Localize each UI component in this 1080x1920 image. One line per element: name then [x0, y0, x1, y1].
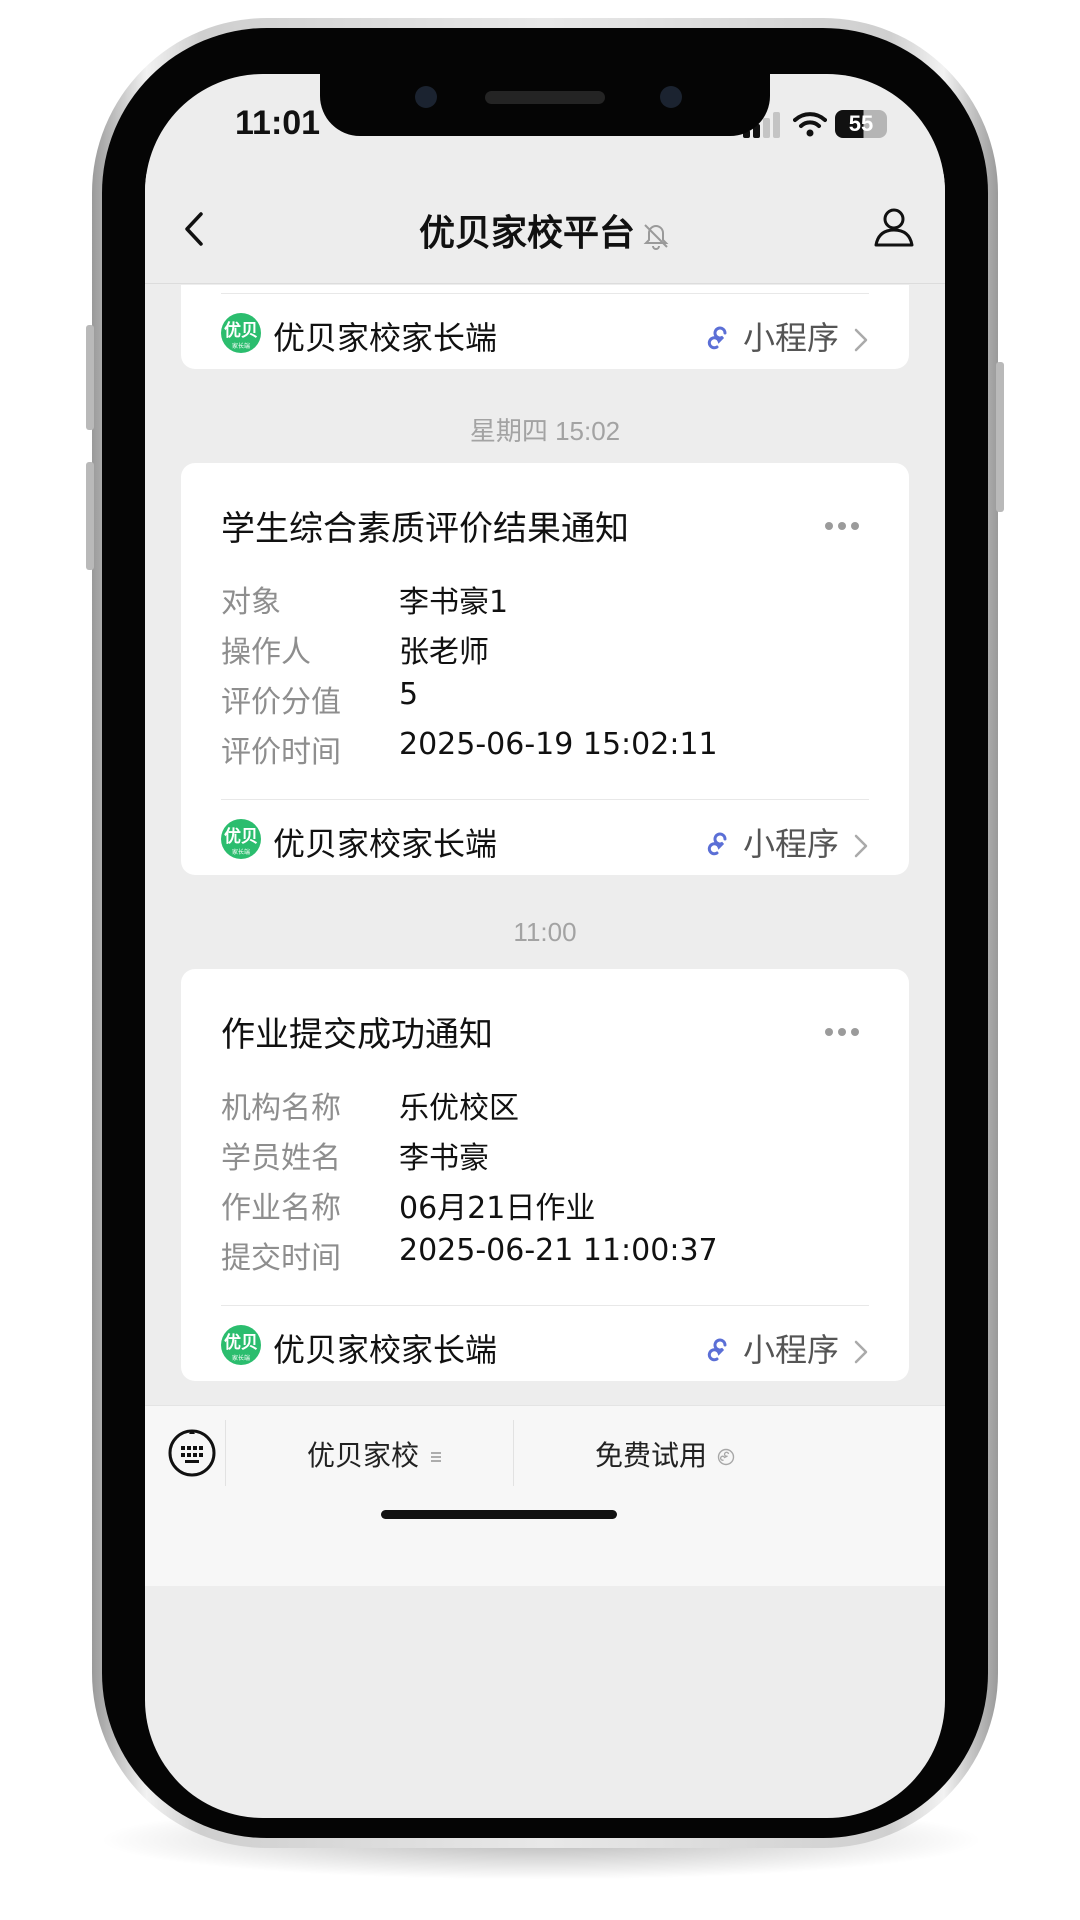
- field-value: 2025-06-21 11:00:37: [399, 1233, 718, 1268]
- keyboard-icon[interactable]: [167, 1428, 217, 1478]
- app-logo-icon: 优贝 家长端: [221, 313, 261, 353]
- user-icon[interactable]: [869, 202, 919, 252]
- menu-button-youbei[interactable]: 优贝家校: [307, 1434, 443, 1474]
- app-logo-subtext: 家长端: [231, 1355, 250, 1362]
- field-label: 作业名称: [221, 1191, 341, 1226]
- speaker: [485, 91, 605, 104]
- field-value: 2025-06-19 15:02:11: [399, 727, 718, 762]
- miniprogram-link-icon: [707, 832, 727, 856]
- field-label: 机构名称: [221, 1091, 341, 1126]
- field-value: 5: [399, 677, 419, 712]
- message-timestamp: 星期四 15:02: [469, 416, 621, 446]
- wifi-icon: [793, 112, 827, 137]
- chevron-right-icon: [854, 1340, 868, 1364]
- miniprogram-tag: 小程序: [707, 1325, 869, 1371]
- phone-screen: 11:01 55 优贝家校平台 优贝 家长端 优贝家校家长端 小程序 星期四 1…: [145, 74, 945, 1818]
- miniprogram-tag: 小程序: [707, 819, 869, 865]
- message-card[interactable]: 作业提交成功通知 机构名称 乐优校区 学员姓名 李书豪 作业名称 06月21日作…: [181, 969, 909, 1381]
- app-logo-icon: 优贝 家长端: [221, 1325, 261, 1365]
- status-time: 11:01: [235, 104, 321, 142]
- status-icons: 55: [743, 110, 893, 140]
- notch: [320, 74, 770, 136]
- field-value: 李书豪: [399, 1141, 489, 1176]
- message-card[interactable]: 学生综合素质评价结果通知 对象 李书豪1 操作人 张老师 评价分值 5 评价时间…: [181, 463, 909, 875]
- battery-icon: 55: [835, 110, 887, 138]
- device-mockup: 11:01 55 优贝家校平台 优贝 家长端 优贝家校家长端 小程序 星期四 1…: [0, 0, 1080, 1920]
- miniprogram-tag: 小程序: [707, 313, 869, 359]
- menu-separator: [225, 1420, 226, 1486]
- miniprogram-link-icon: [707, 326, 727, 350]
- side-button-power: [996, 362, 1004, 512]
- side-button-mute: [86, 325, 94, 430]
- app-logo-subtext: 家长端: [231, 343, 250, 350]
- field-label: 学员姓名: [221, 1141, 341, 1176]
- card-divider: [221, 293, 869, 294]
- miniprogram-tag-text: 小程序: [742, 1331, 839, 1369]
- menu-separator: [513, 1420, 514, 1486]
- app-logo-subtext: 家长端: [231, 849, 250, 856]
- chat-area[interactable]: 优贝 家长端 优贝家校家长端 小程序 星期四 15:02 学生综合素质评价结果通知…: [145, 285, 945, 1465]
- field-value: 张老师: [399, 635, 489, 670]
- more-options-icon[interactable]: [825, 1021, 869, 1036]
- app-logo-text: 优贝: [224, 321, 258, 341]
- app-logo-icon: 优贝 家长端: [221, 819, 261, 859]
- home-indicator[interactable]: [381, 1510, 617, 1519]
- submenu-icon: [431, 1452, 442, 1462]
- field-label: 操作人: [221, 635, 311, 670]
- sensor: [660, 86, 682, 108]
- app-logo-text: 优贝: [224, 827, 258, 847]
- field-label: 评价分值: [221, 685, 341, 720]
- field-label: 评价时间: [221, 735, 341, 770]
- miniprogram-name: 优贝家校家长端: [273, 825, 498, 863]
- miniprogram-row[interactable]: 优贝家长端 优贝家校家长端 小程序: [221, 311, 869, 361]
- card-divider: [221, 799, 869, 800]
- miniprogram-small-icon: [717, 1448, 735, 1466]
- miniprogram-tag-text: 小程序: [742, 319, 839, 357]
- header-divider: [145, 283, 945, 284]
- card-title: 作业提交成功通知: [221, 1015, 493, 1055]
- field-value: 06月21日作业: [399, 1191, 596, 1226]
- card-divider: [221, 1305, 869, 1306]
- side-button-volume: [86, 462, 94, 570]
- muted-bell-icon: [643, 224, 669, 250]
- menu-button-free-trial[interactable]: 免费试用: [595, 1434, 735, 1474]
- bottom-menu-bar: 优贝家校 免费试用: [145, 1405, 945, 1586]
- field-label: 对象: [221, 585, 281, 620]
- card-title: 学生综合素质评价结果通知: [221, 509, 629, 549]
- chevron-right-icon: [854, 328, 868, 352]
- more-options-icon[interactable]: [825, 515, 869, 530]
- message-timestamp: 11:00: [513, 917, 577, 947]
- menu-button-label: 免费试用: [595, 1439, 708, 1472]
- camera: [415, 86, 437, 108]
- message-card-partial[interactable]: 优贝家长端 优贝家校家长端 小程序: [181, 285, 909, 369]
- field-value: 乐优校区: [399, 1091, 519, 1126]
- menu-button-label: 优贝家校: [307, 1439, 420, 1472]
- miniprogram-row[interactable]: 优贝家长端 优贝家校家长端 小程序: [221, 817, 869, 867]
- miniprogram-row[interactable]: 优贝家长端 优贝家校家长端 小程序: [221, 1323, 869, 1373]
- page-title-text: 优贝家校平台: [418, 213, 635, 254]
- chat-header: 优贝家校平台: [145, 174, 945, 284]
- field-value: 李书豪1: [399, 585, 509, 620]
- app-logo-text: 优贝: [224, 1333, 258, 1353]
- chevron-right-icon: [854, 834, 868, 858]
- page-title: 优贝家校平台: [145, 204, 945, 256]
- miniprogram-name: 优贝家校家长端: [273, 1331, 498, 1369]
- miniprogram-link-icon: [707, 1338, 727, 1362]
- miniprogram-tag-text: 小程序: [742, 825, 839, 863]
- miniprogram-name: 优贝家校家长端: [273, 319, 498, 357]
- field-label: 提交时间: [221, 1241, 341, 1276]
